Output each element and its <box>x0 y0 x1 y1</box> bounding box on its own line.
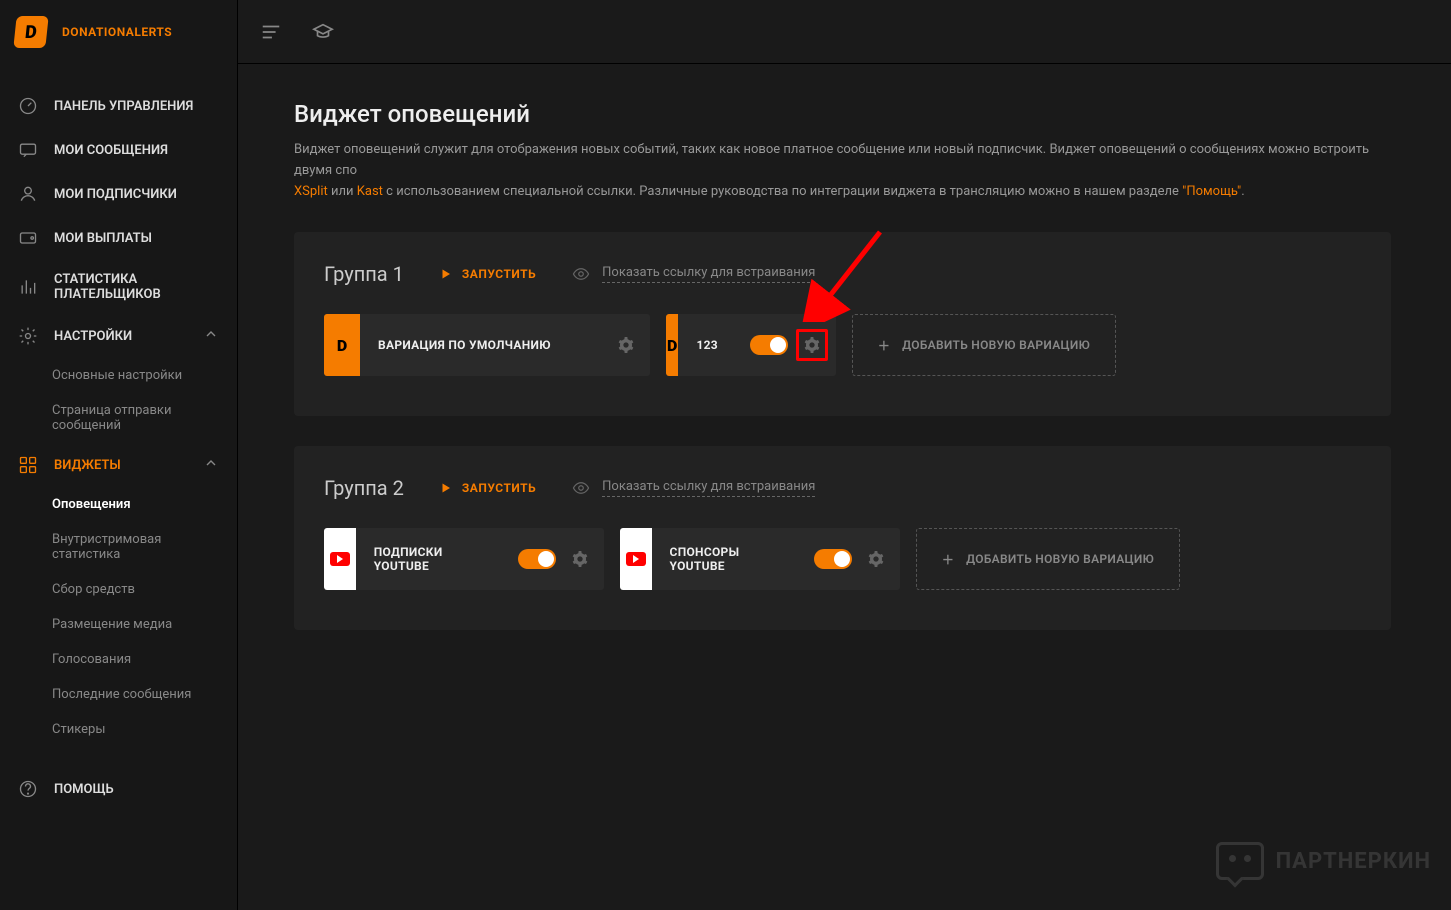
card-title: ПОДПИСКИ YOUTUBE <box>374 545 486 573</box>
nav-stats-label: СТАТИСТИКА ПЛАТЕЛЬЩИКОВ <box>54 272 219 302</box>
nav-widgets-label: ВИДЖЕТЫ <box>54 458 121 473</box>
nav-widgets-stickers[interactable]: Стикеры <box>0 712 237 747</box>
group-1: Группа 1 ЗАПУСТИТЬ Показать ссылку для в… <box>294 232 1391 416</box>
nav-subscribers-label: МОИ ПОДПИСЧИКИ <box>54 187 177 202</box>
nav-widgets-streamstats[interactable]: Внутристримовая статистика <box>0 522 237 572</box>
chat-icon <box>18 140 38 160</box>
brand-name: DONATIONALERTS <box>62 25 172 39</box>
variation-card-yt-sponsors[interactable]: СПОНСОРЫ YOUTUBE <box>620 528 900 590</box>
nav-messages-label: МОИ СООБЩЕНИЯ <box>54 143 168 158</box>
nav-dashboard[interactable]: ПАНЕЛЬ УПРАВЛЕНИЯ <box>0 84 237 128</box>
question-icon <box>18 779 38 799</box>
nav-payouts-label: МОИ ВЫПЛАТЫ <box>54 231 152 246</box>
toggle-switch[interactable] <box>814 549 852 569</box>
nav-subscribers[interactable]: МОИ ПОДПИСЧИКИ <box>0 172 237 216</box>
eye-icon <box>572 479 590 497</box>
plus-icon: ＋ <box>878 337 890 354</box>
nav-help[interactable]: ПОМОЩЬ <box>0 767 237 811</box>
watermark: ПАРТНЕРКИН <box>1216 842 1431 880</box>
plus-icon: ＋ <box>942 551 954 568</box>
logo-icon: D <box>13 16 48 48</box>
nav-stats[interactable]: СТАТИСТИКА ПЛАТЕЛЬЩИКОВ <box>0 260 237 314</box>
logo[interactable]: D DONATIONALERTS <box>0 0 237 64</box>
gear-icon[interactable] <box>866 549 886 569</box>
toggle-switch[interactable] <box>518 549 556 569</box>
launch-button[interactable]: ЗАПУСТИТЬ <box>440 267 536 281</box>
gear-icon[interactable] <box>616 335 636 355</box>
card-title: ВАРИАЦИЯ ПО УМОЛЧАНИЮ <box>378 338 551 352</box>
variation-card-123[interactable]: D 123 <box>666 314 836 376</box>
nav-messages[interactable]: МОИ СООБЩЕНИЯ <box>0 128 237 172</box>
academy-icon[interactable] <box>312 21 334 43</box>
wallet-icon <box>18 228 38 248</box>
chevron-up-icon <box>203 326 219 346</box>
page-title: Виджет оповещений <box>294 100 1391 128</box>
gear-icon <box>18 326 38 346</box>
da-badge-icon: D <box>666 314 678 376</box>
play-icon <box>440 268 452 280</box>
nav-widgets-media[interactable]: Размещение медиа <box>0 607 237 642</box>
grid-icon <box>18 455 38 475</box>
link-kast[interactable]: Kast <box>357 184 383 199</box>
toggle-switch[interactable] <box>750 335 788 355</box>
page-desc: Виджет оповещений служит для отображения… <box>294 140 1391 202</box>
nav-dashboard-label: ПАНЕЛЬ УПРАВЛЕНИЯ <box>54 99 193 114</box>
nav: ПАНЕЛЬ УПРАВЛЕНИЯ МОИ СООБЩЕНИЯ МОИ ПОДП… <box>0 64 237 910</box>
topbar <box>238 0 1451 64</box>
barchart-icon <box>18 277 38 297</box>
nav-widgets-alerts[interactable]: Оповещения <box>0 487 237 522</box>
chevron-up-icon <box>203 455 219 475</box>
menu-icon[interactable] <box>260 21 282 43</box>
youtube-badge-icon <box>620 528 652 590</box>
gauge-icon <box>18 96 38 116</box>
group-1-title: Группа 1 <box>324 262 404 286</box>
launch-button[interactable]: ЗАПУСТИТЬ <box>440 481 536 495</box>
gear-icon-highlighted[interactable] <box>796 329 828 361</box>
sidebar: D DONATIONALERTS ПАНЕЛЬ УПРАВЛЕНИЯ МОИ С… <box>0 0 238 910</box>
card-title: СПОНСОРЫ YOUTUBE <box>670 545 782 573</box>
variation-card-yt-subs[interactable]: ПОДПИСКИ YOUTUBE <box>324 528 604 590</box>
eye-icon <box>572 265 590 283</box>
link-xsplit[interactable]: XSplit <box>294 184 328 199</box>
group-2-title: Группа 2 <box>324 476 404 500</box>
add-variation-button[interactable]: ＋ ДОБАВИТЬ НОВУЮ ВАРИАЦИЮ <box>852 314 1116 376</box>
embed-link[interactable]: Показать ссылку для встраивания <box>572 265 815 283</box>
add-variation-button[interactable]: ＋ ДОБАВИТЬ НОВУЮ ВАРИАЦИЮ <box>916 528 1180 590</box>
nav-settings-general[interactable]: Основные настройки <box>0 358 237 393</box>
play-icon <box>440 482 452 494</box>
main: Виджет оповещений Виджет оповещений служ… <box>238 0 1451 910</box>
content: Виджет оповещений Виджет оповещений служ… <box>238 64 1451 910</box>
nav-settings-label: НАСТРОЙКИ <box>54 329 132 344</box>
nav-widgets-crowdfund[interactable]: Сбор средств <box>0 572 237 607</box>
nav-widgets[interactable]: ВИДЖЕТЫ <box>0 443 237 487</box>
gear-icon[interactable] <box>570 549 590 569</box>
group-2: Группа 2 ЗАПУСТИТЬ Показать ссылку для в… <box>294 446 1391 630</box>
embed-link[interactable]: Показать ссылку для встраивания <box>572 479 815 497</box>
user-icon <box>18 184 38 204</box>
youtube-badge-icon <box>324 528 356 590</box>
nav-settings-sendpage[interactable]: Страница отправки сообщений <box>0 393 237 443</box>
variation-card-default[interactable]: D ВАРИАЦИЯ ПО УМОЛЧАНИЮ <box>324 314 650 376</box>
link-help[interactable]: "Помощь" <box>1182 184 1241 199</box>
nav-settings[interactable]: НАСТРОЙКИ <box>0 314 237 358</box>
nav-help-label: ПОМОЩЬ <box>54 782 114 797</box>
da-badge-icon: D <box>324 314 360 376</box>
nav-widgets-polls[interactable]: Голосования <box>0 642 237 677</box>
card-title: 123 <box>696 338 718 352</box>
nav-widgets-recent[interactable]: Последние сообщения <box>0 677 237 712</box>
nav-payouts[interactable]: МОИ ВЫПЛАТЫ <box>0 216 237 260</box>
